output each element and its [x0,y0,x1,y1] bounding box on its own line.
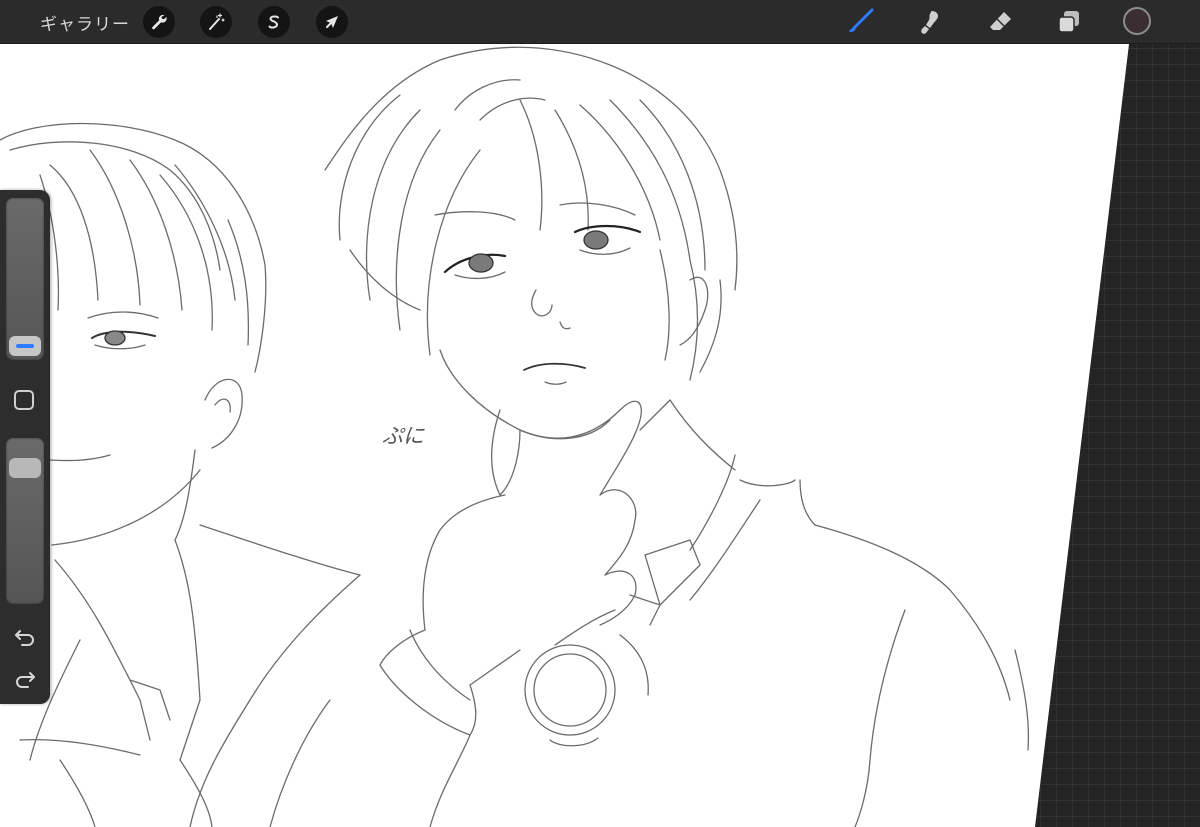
redo-icon [16,672,35,688]
eraser-tool[interactable] [984,6,1016,38]
brush-size-slider[interactable] [6,198,44,360]
gallery-button[interactable]: ギャラリー [40,10,130,35]
procreate-workspace: ぷに ギャラリー [0,0,1200,827]
top-toolbar: ギャラリー [0,0,1200,44]
smudge-tool[interactable] [914,6,946,38]
modify-button[interactable] [14,390,34,410]
wrench-icon [152,14,167,30]
opacity-thumb[interactable] [9,458,41,478]
brush-tool[interactable] [844,6,876,38]
left-sidebar [0,190,50,704]
magic-wand-icon [209,13,225,30]
undo-icon [15,630,34,646]
selection-button[interactable] [258,6,290,38]
brush-size-thumb[interactable] [9,336,41,356]
actions-button[interactable] [143,6,175,38]
handwritten-note: ぷに [382,424,424,448]
selection-s-icon [268,15,279,29]
drawing-canvas[interactable]: ぷに [0,0,1200,827]
transform-button[interactable] [316,6,348,38]
arrow-cursor-icon [326,16,338,28]
smudge-icon [921,11,938,34]
opacity-slider[interactable] [6,438,44,604]
color-picker-button[interactable] [1123,7,1151,35]
layers-icon [1058,11,1079,33]
canvas-paper [0,44,1129,827]
redo-button[interactable] [12,668,38,690]
brush-icon [849,8,874,32]
eraser-icon [990,12,1011,30]
layers-button[interactable] [1053,6,1085,38]
adjustments-button[interactable] [200,6,232,38]
canvas-artwork [0,44,1129,827]
undo-button[interactable] [12,626,38,648]
